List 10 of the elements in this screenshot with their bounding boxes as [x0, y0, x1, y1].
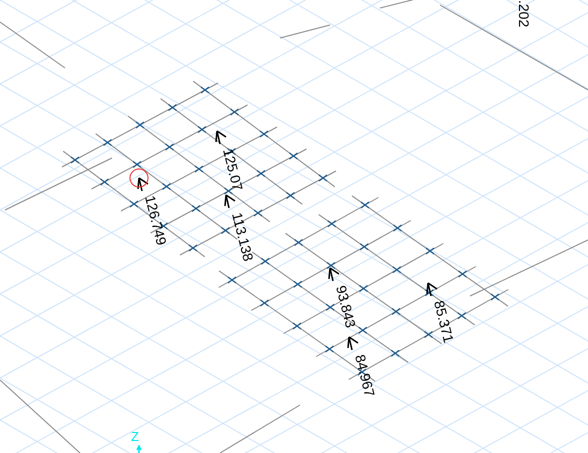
reaction-label: 84.967 [352, 352, 378, 398]
reaction-label: 126.749 [142, 194, 170, 247]
reaction-label: 113.138 [229, 210, 257, 263]
reaction-label: 85.371 [431, 298, 457, 344]
reaction-label: .202 [516, 0, 532, 28]
reaction-arrow [137, 177, 149, 192]
axis-label: Z [131, 429, 139, 444]
axis-icon [136, 444, 142, 453]
reaction-label: 93.843 [333, 284, 359, 330]
reaction-label: 125.07 [220, 146, 246, 192]
